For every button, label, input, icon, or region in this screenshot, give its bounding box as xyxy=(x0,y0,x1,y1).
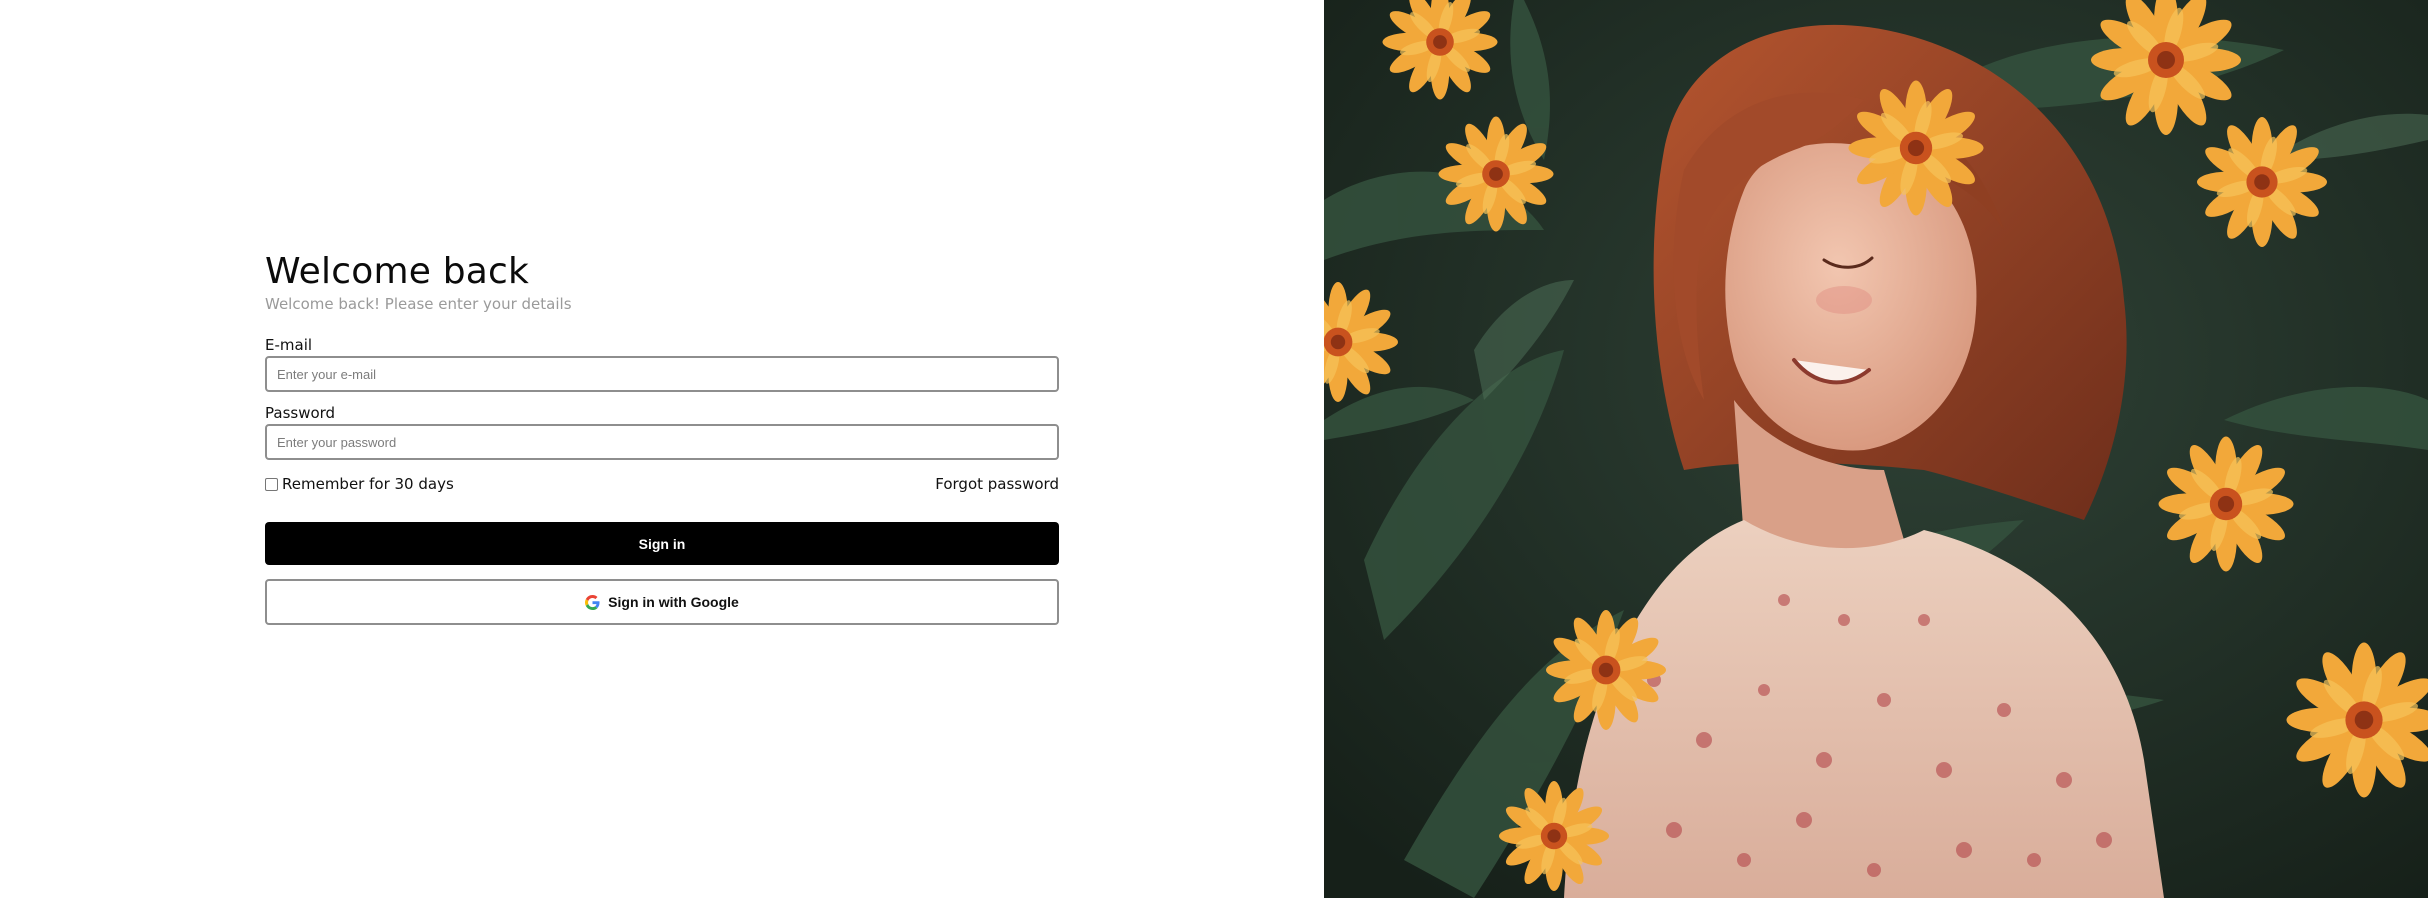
google-icon xyxy=(585,594,600,610)
login-form: Welcome back Welcome back! Please enter … xyxy=(265,250,1059,625)
sign-in-button-label: Sign in xyxy=(638,535,686,552)
sign-in-button[interactable]: Sign in xyxy=(265,522,1059,565)
remember-me[interactable]: Remember for 30 days xyxy=(265,475,454,493)
portrait-photo-icon xyxy=(1324,0,2428,898)
page-subtitle: Welcome back! Please enter your details xyxy=(265,295,572,313)
remember-checkbox[interactable] xyxy=(265,477,278,491)
email-field[interactable] xyxy=(265,356,1059,392)
password-label: Password xyxy=(265,404,336,422)
login-page: Welcome back Welcome back! Please enter … xyxy=(0,0,2428,898)
page-title: Welcome back xyxy=(265,251,530,292)
forgot-password-link[interactable]: Forgot password xyxy=(935,475,1059,493)
hero-image xyxy=(1324,0,2428,898)
google-sign-in-label: Sign in with Google xyxy=(608,594,739,610)
google-sign-in-button[interactable]: Sign in with Google xyxy=(265,579,1059,625)
remember-label: Remember for 30 days xyxy=(282,475,454,493)
form-options-row: Remember for 30 days Forgot password xyxy=(265,474,1059,494)
password-field[interactable] xyxy=(265,424,1059,460)
email-label: E-mail xyxy=(265,336,313,354)
login-form-panel: Welcome back Welcome back! Please enter … xyxy=(0,0,1324,898)
